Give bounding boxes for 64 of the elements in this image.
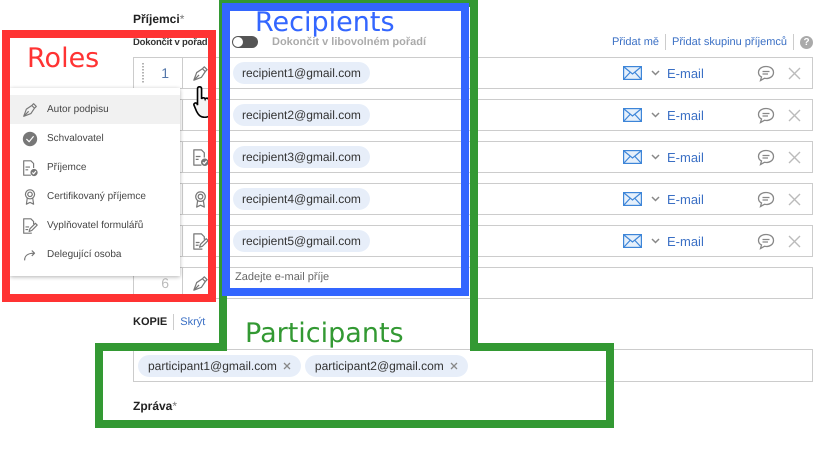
drag-handle-icon[interactable] [142,63,144,83]
email-chip[interactable]: recipient4@gmail.com [233,188,370,210]
envelope-icon[interactable] [623,234,642,248]
email-chip[interactable]: recipient2@gmail.com [233,104,370,126]
pen-nib-icon[interactable] [191,274,210,292]
annotation-label: Participants [245,320,404,347]
menu-item[interactable]: Delegující osoba [10,240,180,269]
chevron-down-icon[interactable] [651,154,660,160]
menu-item[interactable]: Vyplňovatel formulářů [10,211,180,240]
document-pen-icon [21,216,39,234]
envelope-icon[interactable] [623,150,642,164]
document-check-icon [21,158,39,176]
email-chip[interactable]: recipient5@gmail.com [233,230,370,252]
remove-icon[interactable] [282,362,291,370]
close-icon[interactable] [788,234,801,248]
message-label: Zpráva* [133,399,178,413]
cc-label: KOPIE [133,316,168,328]
order-number: 1 [161,65,169,81]
delivery-method[interactable]: E-mail [667,150,757,164]
close-icon[interactable] [788,192,801,206]
email-chip[interactable]: recipient3@gmail.com [233,146,370,168]
pen-nib-icon[interactable] [191,64,210,82]
annotation-label: Recipients [255,9,395,36]
cc-field[interactable]: participant1@gmail.com participant2@gmail.com [133,349,813,382]
menu-item[interactable]: Příjemce [10,153,180,182]
order-toggle[interactable] [232,36,258,48]
envelope-icon[interactable] [623,66,642,80]
link[interactable]: Přidat skupinu příjemců [672,36,787,48]
close-icon[interactable] [788,108,801,122]
delivery-method[interactable]: E-mail [667,108,757,122]
email-chip[interactable]: recipient1@gmail.com [233,62,370,84]
check-circle-icon [21,130,39,148]
order-label: Dokončit v pořad [133,36,208,48]
menu-item[interactable]: Certifikovaný příjemce [10,182,180,211]
menu-item[interactable]: Schvalovatel [10,124,180,153]
envelope-icon[interactable] [623,192,642,206]
participant-chip[interactable]: participant2@gmail.com [304,354,468,376]
chevron-down-icon[interactable] [651,238,660,244]
menu-item[interactable]: Autor podpisu [10,95,180,124]
comment-icon[interactable] [757,106,775,124]
toggle-label: Dokončit v libovolném pořadí [272,36,426,48]
participant-chip[interactable]: participant1@gmail.com [138,354,301,376]
close-icon[interactable] [788,66,801,80]
document-check-icon[interactable] [191,148,210,166]
delivery-method[interactable]: E-mail [667,66,757,80]
comment-icon[interactable] [757,190,775,208]
remove-icon[interactable] [450,362,458,370]
chevron-down-icon[interactable] [651,196,660,202]
hide-link[interactable]: Skrýt [180,316,206,328]
comment-icon[interactable] [757,232,775,250]
order-number: 6 [161,275,169,291]
delivery-method[interactable]: E-mail [667,234,757,248]
comment-icon[interactable] [757,64,775,82]
delivery-method[interactable]: E-mail [667,192,757,206]
comment-icon[interactable] [757,148,775,166]
section-title: Příjemci* [133,12,184,26]
pen-nib-icon [21,100,39,118]
chevron-down-icon[interactable] [651,70,660,76]
link[interactable]: Přidat mě [612,36,660,48]
close-icon[interactable] [788,150,801,164]
chevron-down-icon[interactable] [651,112,660,118]
document-pen-icon[interactable] [191,232,210,250]
annotation-label: Roles [27,45,100,72]
envelope-icon[interactable] [623,108,642,122]
